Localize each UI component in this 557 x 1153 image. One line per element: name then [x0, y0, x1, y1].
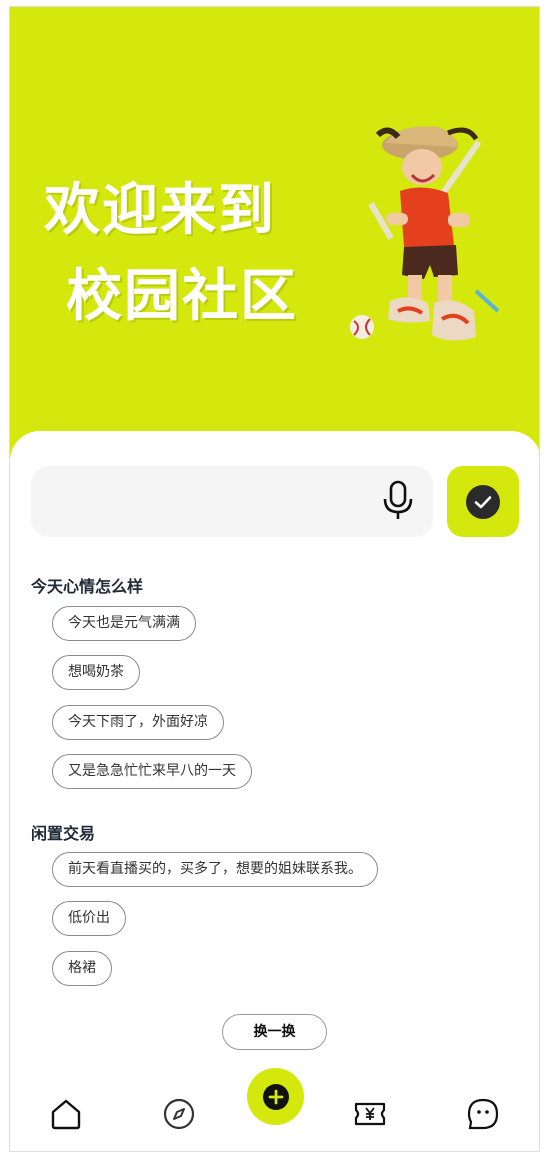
- phone-frame: 欢迎来到 校园社区 今天心情怎么样 今天也是元气满满 想喝奶茶 今天下雨了，外面…: [9, 6, 540, 1152]
- hero-title-line2: 校园社区: [66, 264, 298, 329]
- section-title-mood: 今天心情怎么样: [31, 577, 144, 596]
- refresh-button[interactable]: 换一换: [222, 1014, 327, 1050]
- chat-face-icon[interactable]: [466, 1097, 500, 1131]
- mood-chip[interactable]: 又是急急忙忙来早八的一天: [52, 754, 252, 789]
- cartoon-character-illustration: [350, 126, 500, 341]
- content-card: 今天心情怎么样 今天也是元气满满 想喝奶茶 今天下雨了，外面好凉 又是急急忙忙来…: [10, 431, 539, 1151]
- add-button[interactable]: [247, 1068, 304, 1125]
- trade-chip[interactable]: 低价出: [52, 901, 126, 936]
- compass-icon[interactable]: [162, 1097, 196, 1131]
- mood-chip[interactable]: 今天下雨了，外面好凉: [52, 705, 224, 740]
- mood-chip[interactable]: 今天也是元气满满: [52, 606, 196, 641]
- mood-chip[interactable]: 想喝奶茶: [52, 655, 140, 690]
- trade-chip[interactable]: 前天看直播买的，买多了，想要的姐妹联系我。: [52, 852, 378, 887]
- add-icon: [262, 1083, 289, 1110]
- hero-banner: 欢迎来到 校园社区: [10, 7, 539, 477]
- ticket-yen-icon[interactable]: [353, 1097, 387, 1131]
- hero-title-line1: 欢迎来到: [44, 178, 276, 243]
- check-circle-icon: [466, 484, 500, 519]
- microphone-icon[interactable]: [381, 480, 415, 520]
- section-title-trade: 闲置交易: [31, 824, 96, 843]
- trade-chip[interactable]: 格裙: [52, 951, 112, 986]
- home-icon[interactable]: [49, 1097, 83, 1131]
- search-input[interactable]: [31, 466, 433, 537]
- confirm-button[interactable]: [447, 466, 519, 537]
